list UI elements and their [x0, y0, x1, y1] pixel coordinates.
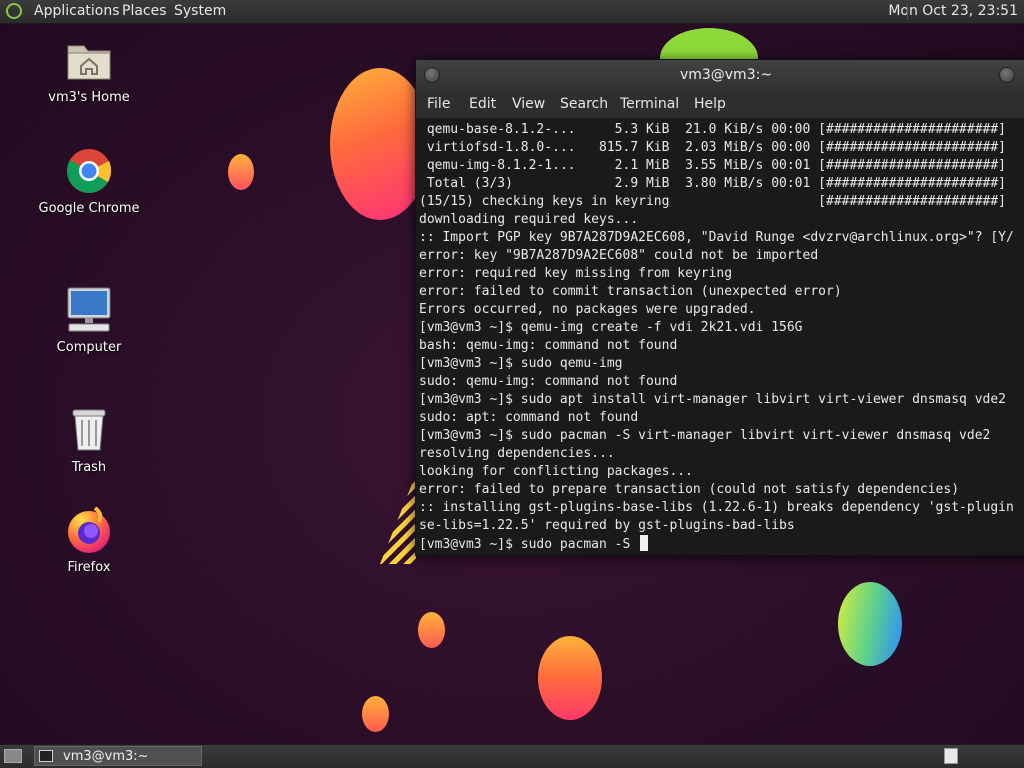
taskbar-window-label: vm3@vm3:~ — [63, 749, 149, 764]
terminal-line: Total (3/3) 2.9 MiB 3.80 MiB/s 00:01 [##… — [419, 176, 1006, 191]
terminal-line: (15/15) checking keys in keyring [######… — [419, 194, 1006, 209]
minimize-button[interactable] — [999, 67, 1015, 83]
terminal-titlebar[interactable]: vm3@vm3:~ — [416, 60, 1024, 90]
bottom-panel: vm3@vm3:~ — [0, 744, 1024, 768]
menu-file[interactable]: File — [427, 96, 450, 112]
terminal-line: downloading required keys... — [419, 212, 639, 227]
panel-separator — [907, 3, 908, 20]
terminal-line: qemu-base-8.1.2-... 5.3 KiB 21.0 KiB/s 0… — [419, 122, 1006, 137]
terminal-line: Errors occurred, no packages were upgrad… — [419, 302, 756, 317]
desktop-icon-trash[interactable]: Trash — [29, 406, 149, 475]
terminal-line: bash: qemu-img: command not found — [419, 338, 678, 353]
wallpaper-blob — [228, 154, 254, 190]
distro-logo-icon[interactable] — [6, 3, 22, 19]
home-folder-icon — [65, 36, 113, 84]
firefox-icon — [65, 506, 113, 554]
workspace-switcher[interactable] — [944, 748, 958, 764]
wallpaper-blob — [362, 696, 389, 732]
terminal-line: looking for conflicting packages... — [419, 464, 693, 479]
desktop-icon-home[interactable]: vm3's Home — [29, 36, 149, 105]
desktop-icon-chrome[interactable]: Google Chrome — [29, 147, 149, 216]
desktop-icon-label: Firefox — [67, 560, 111, 575]
terminal-cursor — [640, 535, 649, 551]
terminal-line: [vm3@vm3 ~]$ sudo apt install virt-manag… — [419, 392, 1006, 407]
terminal-line: virtiofsd-1.8.0-... 815.7 KiB 2.03 MiB/s… — [419, 140, 1006, 155]
desktop-icon-label: vm3's Home — [48, 90, 130, 105]
terminal-window[interactable]: vm3@vm3:~ File Edit View Search Terminal… — [415, 59, 1024, 556]
desktop-icon-label: Computer — [56, 340, 122, 355]
desktop-icon-firefox[interactable]: Firefox — [29, 506, 149, 575]
menu-edit[interactable]: Edit — [469, 96, 496, 112]
terminal-line: error: failed to commit transaction (une… — [419, 284, 842, 299]
terminal-line: [vm3@vm3 ~]$ qemu-img create -f vdi 2k21… — [419, 320, 803, 335]
terminal-line: error: key "9B7A287D9A2EC608" could not … — [419, 248, 819, 263]
terminal-line: sudo: qemu-img: command not found — [419, 374, 678, 389]
terminal-line: resolving dependencies... — [419, 446, 615, 461]
menu-search[interactable]: Search — [560, 96, 608, 112]
menu-terminal[interactable]: Terminal — [620, 96, 679, 112]
chrome-icon — [65, 147, 113, 195]
terminal-line: [vm3@vm3 ~]$ sudo pacman -S virt-manager… — [419, 428, 991, 443]
wallpaper-blob — [418, 612, 445, 648]
wallpaper-stripes — [380, 474, 416, 564]
terminal-line: error: required key missing from keyring — [419, 266, 733, 281]
top-panel: Applications Places System Mon Oct 23, 2… — [0, 0, 1024, 24]
desktop-icon-label: Google Chrome — [38, 201, 140, 216]
terminal-line: :: installing gst-plugins-base-libs (1.2… — [419, 500, 1014, 515]
applications-menu[interactable]: Applications — [34, 3, 120, 19]
wallpaper-blob — [838, 582, 902, 666]
terminal-prompt: [vm3@vm3 ~]$ sudo pacman -S — [419, 537, 639, 552]
desktop-icon-label: Trash — [71, 460, 107, 475]
wallpaper-blob — [538, 636, 602, 720]
terminal-output[interactable]: qemu-base-8.1.2-... 5.3 KiB 21.0 KiB/s 0… — [419, 120, 1024, 555]
terminal-line: sudo: apt: command not found — [419, 410, 639, 425]
terminal-menubar: File Edit View Search Terminal Help — [416, 90, 1024, 118]
taskbar-window-button[interactable]: vm3@vm3:~ — [34, 746, 202, 766]
terminal-line: qemu-img-8.1.2-1... 2.1 MiB 3.55 MiB/s 0… — [419, 158, 1006, 173]
show-desktop-icon[interactable] — [4, 749, 22, 763]
terminal-prompt-line[interactable]: [vm3@vm3 ~]$ sudo pacman -S — [419, 535, 1024, 554]
terminal-line: [vm3@vm3 ~]$ sudo qemu-img — [419, 356, 623, 371]
terminal-line: se-libs=1.22.5' required by gst-plugins-… — [419, 518, 795, 533]
terminal-line: error: failed to prepare transaction (co… — [419, 482, 960, 497]
system-menu[interactable]: System — [174, 3, 226, 19]
computer-icon — [65, 286, 113, 334]
menu-view[interactable]: View — [512, 96, 545, 112]
window-menu-button[interactable] — [424, 67, 440, 83]
trash-icon — [65, 406, 113, 454]
places-menu[interactable]: Places — [122, 3, 167, 19]
desktop-icon-computer[interactable]: Computer — [29, 286, 149, 355]
terminal-line: :: Import PGP key 9B7A287D9A2EC608, "Dav… — [419, 230, 1014, 245]
window-title: vm3@vm3:~ — [679, 67, 773, 83]
terminal-icon — [39, 750, 53, 762]
menu-help[interactable]: Help — [694, 96, 726, 112]
